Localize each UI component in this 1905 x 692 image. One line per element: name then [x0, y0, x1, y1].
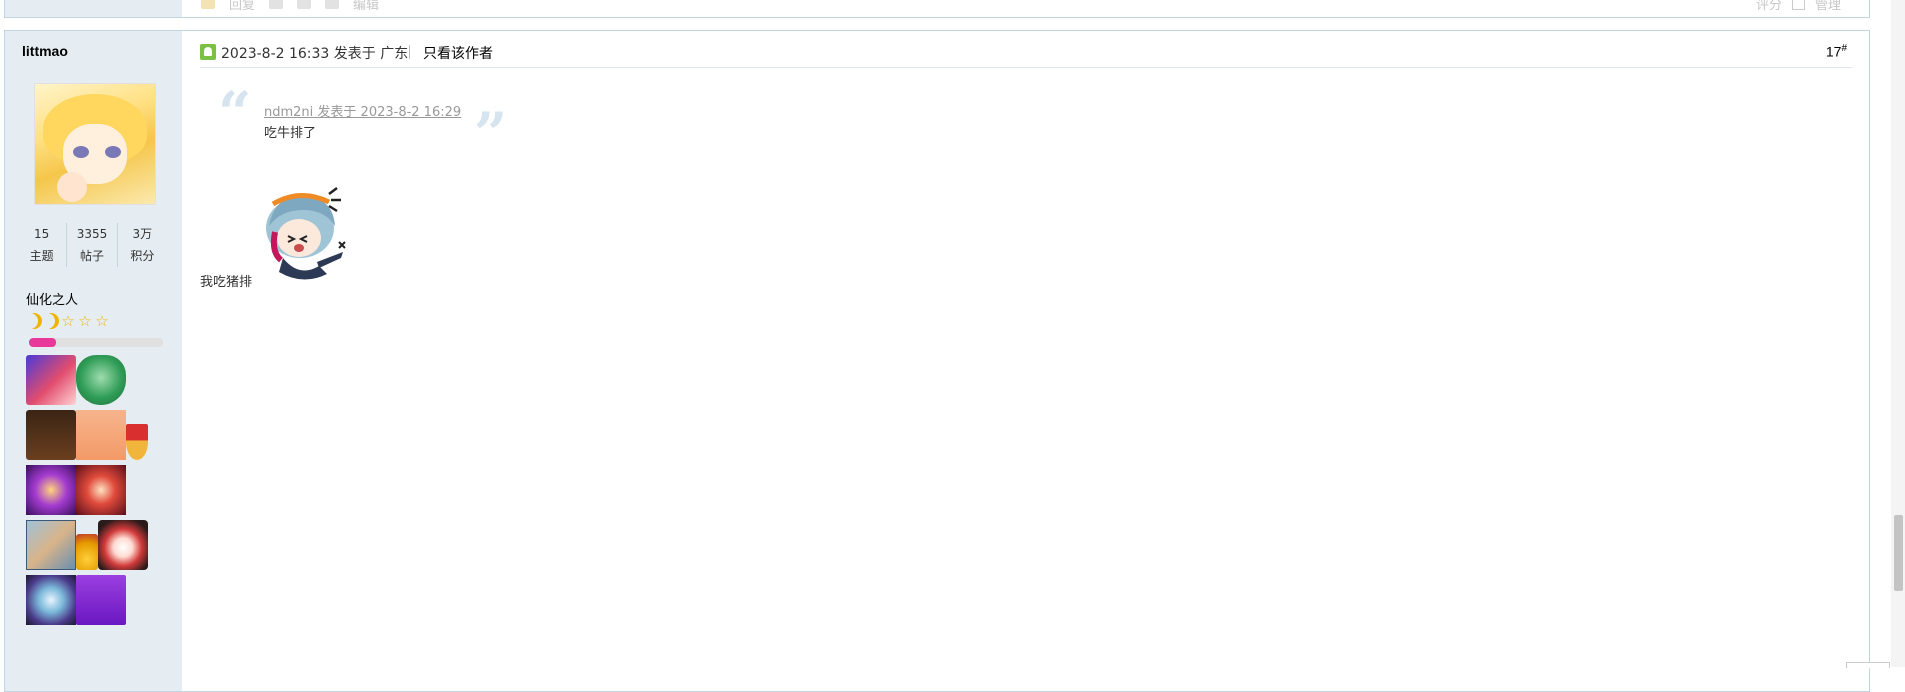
- reply-link[interactable]: 回复: [229, 0, 255, 13]
- gold-small-medal-icon[interactable]: [76, 534, 98, 570]
- level-stars: ☆ ☆ ☆: [26, 313, 110, 329]
- stat-threads-value: 15: [34, 227, 50, 241]
- stat-posts-value: 3355: [76, 227, 108, 241]
- previous-post-sidebar: [5, 0, 182, 17]
- level-progress-fill: [29, 338, 56, 347]
- previous-post-right-actions: 评分 管理: [1756, 0, 1841, 13]
- purple-banner-medal-icon[interactable]: [76, 575, 126, 625]
- previous-post: 回复 编辑 评分 管理: [4, 0, 1870, 18]
- edit-link[interactable]: 编辑: [353, 0, 379, 13]
- support-icon[interactable]: [297, 0, 312, 9]
- only-author-link[interactable]: 只看该作者: [423, 43, 493, 63]
- floor-number-value: 17: [1825, 43, 1842, 60]
- star-icon: ☆: [78, 312, 92, 330]
- floor-number[interactable]: 17#: [1826, 43, 1847, 60]
- quote-block: “ ndm2ni 发表于 2023-8-2 16:29 吃牛排了 ”: [218, 83, 507, 164]
- quote-source-link[interactable]: ndm2ni 发表于 2023-8-2 16:29: [264, 101, 461, 120]
- star-icon: ☆: [61, 312, 75, 330]
- author-sidebar: littmao 15 主题 3355 帖子 3万 积分 仙化之人 ☆ ☆ ☆: [5, 31, 182, 691]
- bottom-corner-tab[interactable]: [1846, 662, 1890, 668]
- green-shield-medal-icon[interactable]: [76, 355, 126, 405]
- scrollbar-thumb[interactable]: [1894, 515, 1903, 591]
- moon-icon: [26, 313, 42, 329]
- forum-post: littmao 15 主题 3355 帖子 3万 积分 仙化之人 ☆ ☆ ☆ 2…: [4, 30, 1870, 692]
- post-body-text: 我吃猪排: [200, 275, 253, 290]
- purple-burst-medal-icon[interactable]: [26, 465, 76, 515]
- medal-list: [26, 355, 176, 630]
- reply-icon[interactable]: [201, 0, 215, 9]
- stat-credits-value: 3万: [132, 227, 153, 241]
- stat-posts-label: 帖子: [79, 249, 104, 263]
- ribbon-medal-icon[interactable]: [126, 424, 148, 460]
- post-header: 2023-8-2 16:33 发表于 广东 只看该作者 17#: [200, 41, 1853, 68]
- red-burst-medal-icon[interactable]: [76, 465, 126, 515]
- bunny-medal-icon[interactable]: [76, 410, 126, 460]
- oppose-icon[interactable]: [325, 0, 340, 9]
- love-medal-icon[interactable]: [26, 355, 76, 405]
- chibi-girl-sticker-icon: [266, 187, 346, 280]
- author-stats: 15 主题 3355 帖子 3万 积分: [17, 223, 167, 267]
- stat-credits[interactable]: 3万 积分: [116, 223, 167, 267]
- open-quote-icon: “: [218, 79, 252, 147]
- 2022-youyuan-medal-icon[interactable]: [26, 410, 76, 460]
- map-medal-icon[interactable]: [26, 520, 76, 570]
- posted-in-label: 发表于: [333, 46, 376, 62]
- stat-posts[interactable]: 3355 帖子: [66, 223, 116, 267]
- moon-icon: [43, 313, 59, 329]
- stat-credits-label: 积分: [130, 249, 155, 263]
- page-scrollbar[interactable]: [1891, 0, 1905, 667]
- previous-post-actions: 回复 编辑: [201, 0, 379, 13]
- favorite-icon[interactable]: [269, 0, 284, 9]
- star-icon: ☆: [95, 312, 109, 330]
- divider: [409, 45, 410, 59]
- level-progress-bar: [29, 338, 163, 347]
- crystal-orb-medal-icon[interactable]: [26, 575, 76, 625]
- author-name[interactable]: littmao: [22, 43, 68, 59]
- post-location: 广东: [380, 46, 409, 62]
- stat-threads-label: 主题: [29, 249, 54, 263]
- user-online-icon: [200, 44, 216, 60]
- rank-title[interactable]: 仙化之人: [26, 289, 78, 308]
- post-meta: 2023-8-2 16:33 发表于 广东: [221, 43, 408, 63]
- rate-link[interactable]: 评分: [1756, 0, 1782, 13]
- quote-text: 吃牛排了: [264, 126, 317, 141]
- avatar[interactable]: [34, 83, 156, 205]
- floor-mark: #: [1841, 43, 1847, 54]
- manage-checkbox[interactable]: [1791, 0, 1805, 10]
- close-quote-icon: ”: [474, 100, 508, 168]
- manage-link[interactable]: 管理: [1815, 0, 1841, 13]
- red-hair-girl-medal-icon[interactable]: [98, 520, 148, 570]
- post-content: 2023-8-2 16:33 发表于 广东 只看该作者 17# “ ndm2ni…: [200, 31, 1853, 691]
- stat-threads[interactable]: 15 主题: [17, 223, 66, 267]
- post-datetime: 2023-8-2 16:33: [221, 46, 330, 62]
